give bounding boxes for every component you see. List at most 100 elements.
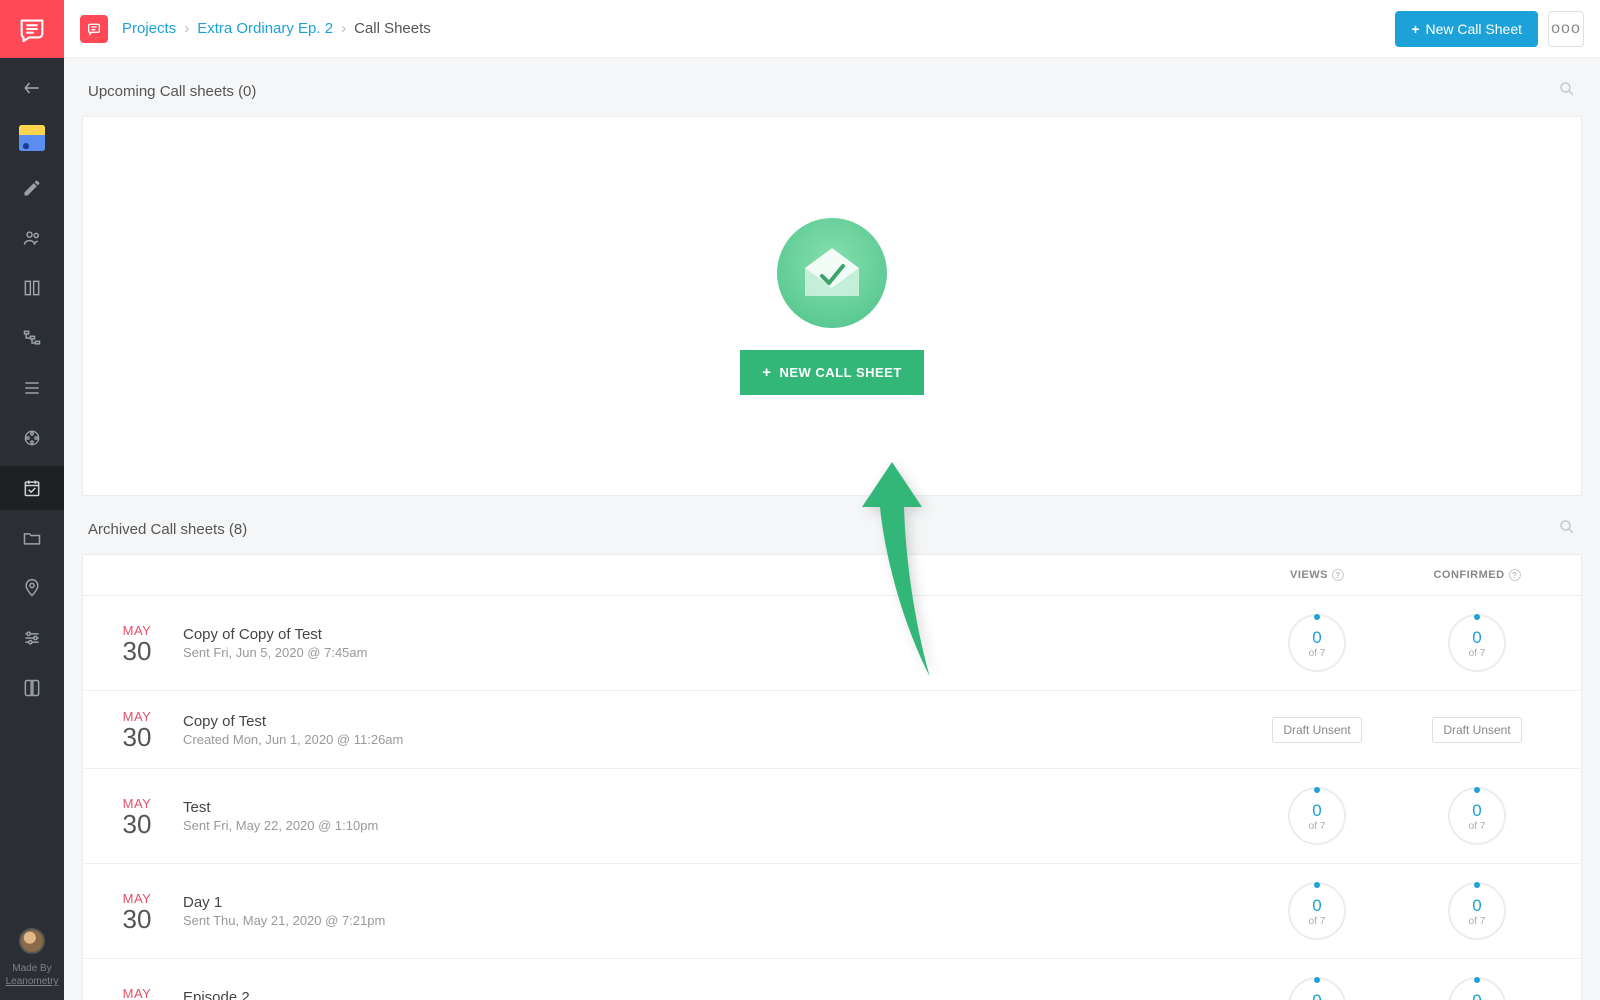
map-pin-icon: [22, 578, 42, 598]
nav-board[interactable]: [0, 266, 64, 310]
row-title-col: Copy of TestCreated Mon, Jun 1, 2020 @ 1…: [167, 713, 1237, 747]
stat-ring: 0of 7: [1288, 882, 1346, 940]
archived-title: Archived Call sheets (8): [88, 521, 247, 538]
nav-locations[interactable]: [0, 566, 64, 610]
row-title-col: Day 1Sent Thu, May 21, 2020 @ 7:21pm: [167, 894, 1237, 928]
upcoming-title: Upcoming Call sheets (0): [88, 83, 256, 100]
sidebar: Made By Leanometry: [0, 0, 64, 1000]
row-date: MAY30: [107, 709, 167, 750]
nav-edit[interactable]: [0, 166, 64, 210]
folder-icon: [22, 528, 42, 548]
book-icon: [22, 678, 42, 698]
upcoming-header: Upcoming Call sheets (0): [82, 58, 1582, 116]
empty-state-graphic: [777, 218, 887, 328]
envelope-check-icon: [797, 238, 867, 308]
stat-ring: 0of 7: [1288, 787, 1346, 845]
new-call-sheet-cta-button[interactable]: +NEW CALL SHEET: [740, 350, 924, 395]
people-icon: [22, 228, 42, 248]
nav-project-thumb[interactable]: [0, 116, 64, 160]
table-row[interactable]: MAY30Copy of TestCreated Mon, Jun 1, 202…: [83, 691, 1581, 769]
row-title-col: TestSent Fri, May 22, 2020 @ 1:10pm: [167, 799, 1237, 833]
stat-cell: 0of 7: [1397, 977, 1557, 1000]
stat-cell: Draft Unsent: [1397, 717, 1557, 743]
chat-icon: [86, 21, 102, 37]
column-views: VIEWS?: [1237, 569, 1397, 581]
row-title-col: Episode 2Sent Thu, May 21, 2020 @ 1:26pm: [167, 989, 1237, 1000]
stat-cell: 0of 7: [1397, 882, 1557, 940]
stat-cell: 0of 7: [1237, 614, 1397, 672]
stat-cell: 0of 7: [1237, 787, 1397, 845]
stat-ring: 0of 7: [1448, 614, 1506, 672]
calendar-check-icon: [22, 478, 42, 498]
nav-reel[interactable]: [0, 416, 64, 460]
plus-icon: +: [762, 364, 771, 381]
more-horizontal-icon: ooo: [1551, 20, 1581, 38]
table-row[interactable]: MAY30Day 1Sent Thu, May 21, 2020 @ 7:21p…: [83, 864, 1581, 959]
nav-files[interactable]: [0, 516, 64, 560]
sidebar-nav: [0, 58, 64, 928]
help-icon[interactable]: ?: [1332, 569, 1344, 581]
nav-schedule[interactable]: [0, 366, 64, 410]
nav-back[interactable]: [0, 66, 64, 110]
film-reel-icon: [22, 428, 42, 448]
new-call-sheet-button[interactable]: +New Call Sheet: [1395, 11, 1538, 47]
nav-contacts[interactable]: [0, 216, 64, 260]
archived-header: Archived Call sheets (8): [82, 496, 1582, 554]
search-archived-button[interactable]: [1558, 518, 1576, 540]
draft-unsent-badge: Draft Unsent: [1272, 717, 1361, 743]
stat-ring: 0of 7: [1448, 882, 1506, 940]
more-options-button[interactable]: ooo: [1548, 11, 1584, 47]
table-column-headers: VIEWS? CONFIRMED?: [83, 555, 1581, 596]
content-scroll: Upcoming Call sheets (0) +NEW CALL SHEET…: [64, 58, 1600, 1000]
breadcrumb-project[interactable]: Extra Ordinary Ep. 2: [197, 20, 333, 37]
table-row[interactable]: MAY30TestSent Fri, May 22, 2020 @ 1:10pm…: [83, 769, 1581, 864]
row-date: MAY30: [107, 623, 167, 664]
stat-ring: 0of 7: [1288, 977, 1346, 1000]
search-upcoming-button[interactable]: [1558, 80, 1576, 102]
chevron-right-icon: ›: [341, 20, 346, 37]
column-confirmed: CONFIRMED?: [1397, 569, 1557, 581]
row-title-col: Copy of Copy of TestSent Fri, Jun 5, 202…: [167, 626, 1237, 660]
user-avatar[interactable]: [19, 928, 45, 954]
stat-cell: 0of 7: [1237, 882, 1397, 940]
topbar: Projects › Extra Ordinary Ep. 2 › Call S…: [64, 0, 1600, 58]
search-icon: [1558, 518, 1576, 536]
upcoming-empty-state: +NEW CALL SHEET: [82, 116, 1582, 496]
stat-ring: 0of 7: [1448, 977, 1506, 1000]
breadcrumb: Projects › Extra Ordinary Ep. 2 › Call S…: [122, 20, 431, 37]
chevron-right-icon: ›: [184, 20, 189, 37]
list-tree-icon: [22, 328, 42, 348]
breadcrumb-current: Call Sheets: [354, 20, 431, 37]
columns-icon: [22, 278, 42, 298]
rows-icon: [22, 378, 42, 398]
nav-settings[interactable]: [0, 616, 64, 660]
stat-cell: 0of 7: [1397, 614, 1557, 672]
row-date: MAY30: [107, 986, 167, 1000]
help-icon[interactable]: ?: [1509, 569, 1521, 581]
main-area: Projects › Extra Ordinary Ep. 2 › Call S…: [64, 0, 1600, 1000]
stat-cell: 0of 7: [1397, 787, 1557, 845]
row-date: MAY30: [107, 891, 167, 932]
nav-breakdown[interactable]: [0, 316, 64, 360]
stat-ring: 0of 7: [1288, 614, 1346, 672]
draft-unsent-badge: Draft Unsent: [1432, 717, 1521, 743]
stat-cell: Draft Unsent: [1237, 717, 1397, 743]
table-row[interactable]: MAY30Episode 2Sent Thu, May 21, 2020 @ 1…: [83, 959, 1581, 1000]
search-icon: [1558, 80, 1576, 98]
project-thumbnail-icon: [19, 125, 45, 151]
made-by-credit: Made By Leanometry: [6, 962, 59, 988]
nav-sides[interactable]: [0, 666, 64, 710]
row-date: MAY30: [107, 796, 167, 837]
sidebar-bottom: Made By Leanometry: [6, 928, 59, 1000]
sliders-icon: [22, 628, 42, 648]
pencil-icon: [22, 178, 42, 198]
archived-table: VIEWS? CONFIRMED? MAY30Copy of Copy of T…: [82, 554, 1582, 1000]
chat-logo-icon: [17, 14, 47, 44]
app-logo[interactable]: [0, 0, 64, 58]
stat-ring: 0of 7: [1448, 787, 1506, 845]
breadcrumb-app-icon[interactable]: [80, 15, 108, 43]
stat-cell: 0of 7: [1237, 977, 1397, 1000]
breadcrumb-projects[interactable]: Projects: [122, 20, 176, 37]
nav-callsheets[interactable]: [0, 466, 64, 510]
table-row[interactable]: MAY30Copy of Copy of TestSent Fri, Jun 5…: [83, 596, 1581, 691]
